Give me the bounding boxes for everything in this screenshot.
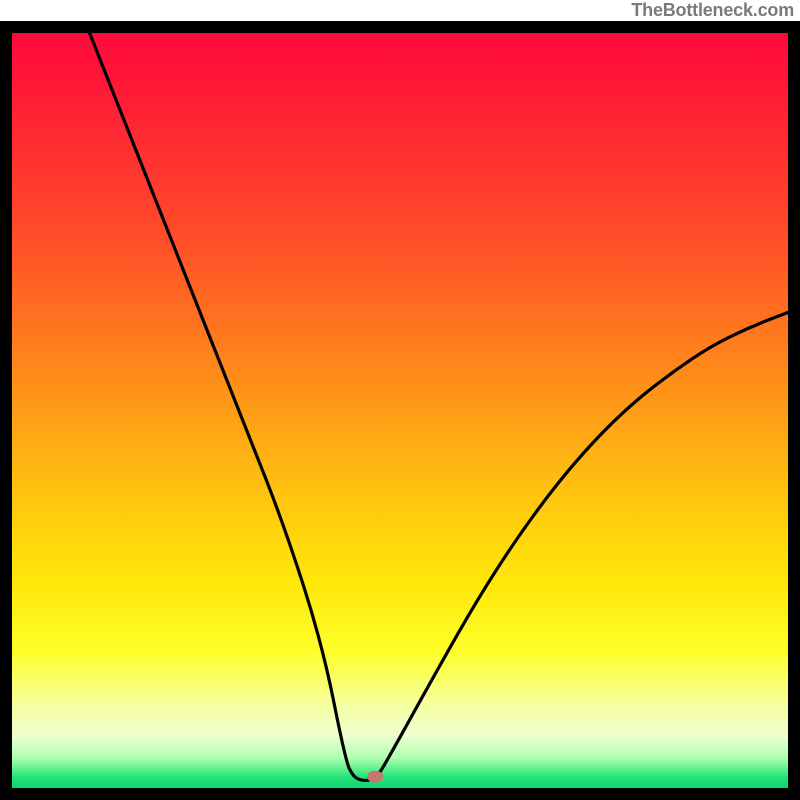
bottleneck-marker bbox=[367, 771, 383, 783]
bottleneck-curve bbox=[12, 33, 788, 788]
watermark-text: TheBottleneck.com bbox=[631, 0, 794, 21]
chart-plot-area bbox=[12, 33, 788, 788]
chart-frame bbox=[0, 21, 800, 800]
